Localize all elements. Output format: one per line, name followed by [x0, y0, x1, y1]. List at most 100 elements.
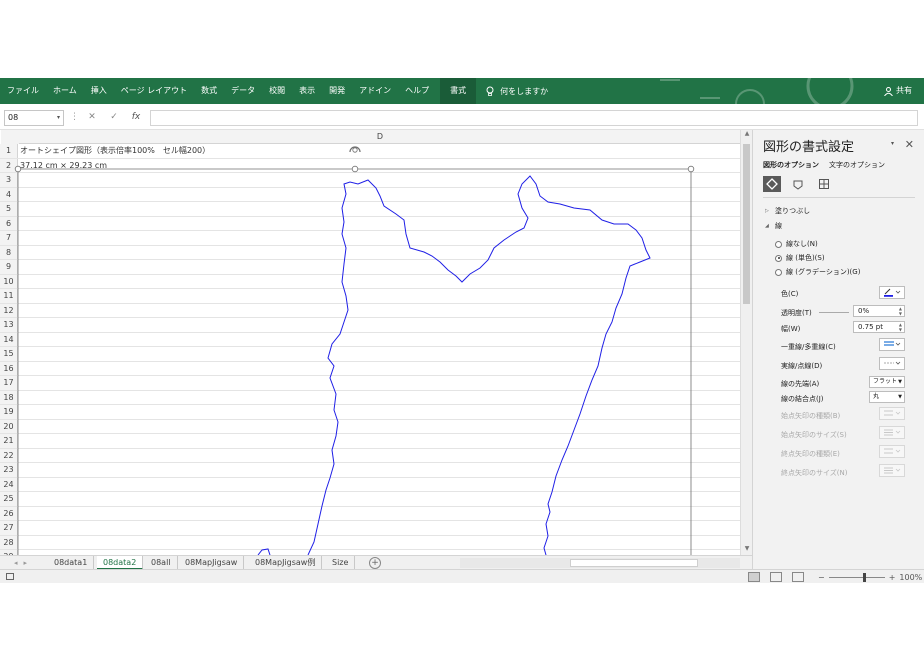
transparency-value: 0% [858, 307, 870, 315]
pen-color-icon [884, 288, 901, 297]
pane-category-icons [763, 176, 833, 192]
tab-review[interactable]: 校閲 [262, 78, 292, 104]
radio-gradient-line[interactable]: 線 (グラデーション)(G) [775, 267, 860, 277]
sheet-tab-08mapjigsaw-example[interactable]: 08MapJigsaw例 [249, 556, 323, 570]
zoom-slider-knob[interactable] [862, 572, 866, 582]
radio-dot[interactable] [775, 254, 782, 262]
rotate-handle-icon[interactable] [349, 146, 361, 153]
color-label: 色(C) [781, 290, 799, 298]
line-section-label: 線 [775, 222, 782, 230]
chevron-down-icon: ▼ [898, 394, 902, 400]
sheet-tab-size[interactable]: Size [326, 556, 356, 570]
ribbon-decoration [660, 78, 854, 104]
begin-arrow-type-dropdown[interactable] [879, 407, 905, 420]
resize-handle[interactable] [687, 165, 695, 173]
zoom-slider[interactable] [828, 572, 885, 582]
tab-data[interactable]: データ [224, 78, 262, 104]
tab-developer[interactable]: 開発 [322, 78, 352, 104]
sheet-tab-08data1[interactable]: 08data1 [48, 556, 95, 570]
line-section-header[interactable]: ◢ 線 [765, 221, 782, 231]
chevron-down-icon[interactable]: ▾ [57, 111, 60, 125]
tab-format[interactable]: 書式 [440, 78, 477, 104]
fill-line-icon[interactable] [763, 176, 781, 192]
column-header-bar: D [1, 130, 741, 144]
status-bar: − + 100% [0, 569, 924, 583]
zoom-out-icon[interactable]: − [818, 573, 825, 582]
cap-type-select[interactable]: フラット ▼ [869, 376, 905, 388]
enter-icon[interactable]: ✓ [106, 110, 122, 124]
arrow-size-icon [884, 429, 901, 436]
tab-addins[interactable]: アドイン [352, 78, 398, 104]
end-arrow-type-dropdown[interactable] [879, 445, 905, 458]
sheet-tab-08all[interactable]: 08all [145, 556, 178, 570]
tab-view[interactable]: 表示 [292, 78, 322, 104]
freeform-map-outline[interactable] [257, 175, 651, 555]
pane-title: 図形の書式設定 [763, 140, 855, 155]
begin-arrow-size-label: 始点矢印のサイズ(S) [781, 431, 847, 439]
page-break-view-icon[interactable] [792, 572, 804, 582]
tab-home[interactable]: ホーム [46, 78, 84, 104]
tab-text-options[interactable]: 文字のオプション [829, 160, 885, 170]
join-type-select[interactable]: 丸 ▼ [869, 391, 905, 403]
normal-view-icon[interactable] [748, 572, 760, 582]
spinner-arrows-icon[interactable]: ▲ ▼ [899, 322, 902, 332]
tell-me-label: 何をしますか [500, 86, 549, 96]
formula-input[interactable] [150, 110, 918, 126]
line-color-picker[interactable] [879, 286, 905, 299]
compound-type-dropdown[interactable] [879, 338, 905, 351]
size-properties-icon[interactable] [815, 176, 833, 192]
pane-divider [763, 197, 915, 198]
tab-help[interactable]: ヘルプ [398, 78, 436, 104]
radio-label: 線 (単色)(S) [786, 254, 825, 262]
end-arrow-type-label: 終点矢印の種類(E) [781, 450, 840, 458]
radio-solid-line[interactable]: 線 (単色)(S) [775, 253, 825, 263]
chevron-down-icon: ▼ [898, 379, 902, 385]
chevron-down-icon[interactable]: ▾ [891, 140, 894, 147]
tab-page-layout[interactable]: ページ レイアウト [114, 78, 194, 104]
dash-type-dropdown[interactable] [879, 357, 905, 370]
begin-arrow-size-dropdown[interactable] [879, 426, 905, 439]
spinner-arrows-icon[interactable]: ▲ ▼ [899, 306, 902, 316]
end-arrow-size-label: 終点矢印のサイズ(N) [781, 469, 848, 477]
radio-label: 線なし(N) [786, 240, 818, 248]
sheet-tab-08data2[interactable]: 08data2 [97, 556, 144, 570]
radio-no-line[interactable]: 線なし(N) [775, 239, 818, 249]
tab-file[interactable]: ファイル [0, 78, 46, 104]
radio-dot[interactable] [775, 240, 782, 248]
horizontal-scrollbar[interactable] [460, 558, 740, 568]
sheet-nav-arrows-icon[interactable]: ◂▸ [14, 556, 33, 570]
resize-handle[interactable] [351, 165, 359, 173]
formula-bar-grip-icon: ⋮ [70, 112, 79, 122]
zoom-in-icon[interactable]: + [889, 573, 896, 582]
zoom-level[interactable]: 100% [899, 573, 922, 582]
add-sheet-icon[interactable]: + [369, 557, 381, 569]
cancel-icon[interactable]: ✕ [84, 110, 100, 124]
vertical-scrollbar[interactable]: ▲ ▼ [740, 130, 752, 555]
horizontal-scroll-thumb[interactable] [570, 559, 698, 567]
vertical-scroll-thumb[interactable] [743, 144, 750, 304]
width-input[interactable]: 0.75 pt ▲ ▼ [853, 321, 905, 333]
fill-section-label: 塗りつぶし [775, 207, 811, 215]
select-all-corner[interactable] [1, 130, 19, 144]
chevron-down-icon: ◢ [765, 223, 769, 229]
effects-icon[interactable] [789, 176, 807, 192]
column-header-d[interactable]: D [19, 130, 741, 144]
name-box-value: 08 [8, 113, 19, 122]
share-button[interactable]: 共有 [884, 78, 912, 104]
radio-dot[interactable] [775, 268, 782, 276]
name-box[interactable]: 08 ▾ [4, 110, 64, 126]
fill-section-header[interactable]: ▷ 塗りつぶし [765, 206, 810, 216]
end-arrow-size-dropdown[interactable] [879, 464, 905, 477]
transparency-input[interactable]: 0% ▲ ▼ [853, 305, 905, 317]
macro-record-icon[interactable] [6, 573, 14, 580]
close-icon[interactable]: ✕ [905, 138, 914, 151]
sheet-tab-08mapjigsaw[interactable]: 08MapJigsaw [179, 556, 245, 570]
page-layout-view-icon[interactable] [770, 572, 782, 582]
insert-function-icon[interactable]: fx [128, 110, 144, 124]
tab-formulas[interactable]: 数式 [194, 78, 224, 104]
tab-shape-options[interactable]: 図形のオプション [763, 160, 819, 170]
tab-insert[interactable]: 挿入 [84, 78, 114, 104]
tell-me-search[interactable]: 何をしますか [486, 78, 548, 104]
transparency-slider[interactable] [819, 312, 849, 313]
resize-handle[interactable] [14, 165, 22, 173]
